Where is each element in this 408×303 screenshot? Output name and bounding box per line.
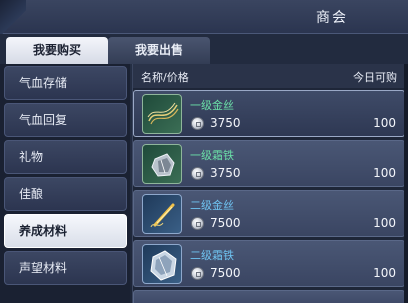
gold-thread-icon — [142, 94, 182, 134]
title-corner-decoration — [0, 0, 26, 34]
title-bar: 商会 — [0, 0, 408, 34]
sidebar-item-cultivation-materials[interactable]: 养成材料 — [4, 214, 127, 248]
header-name-price: 名称/价格 — [141, 71, 189, 84]
item-name: 二级霜铁 — [190, 249, 234, 262]
list-item[interactable]: 二级霜铁 7500 100 — [133, 240, 405, 287]
sidebar-item-gifts[interactable]: 礼物 — [4, 140, 127, 174]
silver-coin-icon — [191, 217, 204, 230]
silver-coin-icon — [191, 117, 204, 130]
item-daily-quantity: 100 — [373, 166, 396, 180]
item-name: 二级金丝 — [190, 199, 234, 212]
item-price: 3750 — [210, 166, 241, 180]
frost-iron-icon — [142, 244, 182, 284]
item-daily-quantity: 100 — [373, 216, 396, 230]
item-daily-quantity: 100 — [373, 116, 396, 130]
silver-coin-icon — [191, 167, 204, 180]
list-item[interactable] — [133, 290, 405, 303]
window-title: 商会 — [316, 10, 348, 26]
tab-buy[interactable]: 我要购买 — [6, 37, 108, 64]
shop-window: 商会 我要购买 我要出售 气血存储 气血回复 礼物 佳酿 养成材料 声望材料 名… — [0, 0, 408, 303]
tab-sell[interactable]: 我要出售 — [108, 37, 210, 64]
category-sidebar: 气血存储 气血回复 礼物 佳酿 养成材料 声望材料 — [0, 64, 130, 303]
sidebar-item-wine[interactable]: 佳酿 — [4, 177, 127, 211]
right-edge — [404, 64, 408, 303]
item-price: 3750 — [210, 116, 241, 130]
sidebar-item-reputation-materials[interactable]: 声望材料 — [4, 251, 127, 285]
list-header: 名称/价格 今日可购 — [133, 64, 405, 88]
silver-coin-icon — [191, 267, 204, 280]
item-list: 名称/价格 今日可购 一级金丝 3750 100 一级霜铁 3750 100 二… — [132, 64, 405, 303]
list-item[interactable]: 一级金丝 3750 100 — [133, 90, 405, 137]
gold-thread-icon — [142, 194, 182, 234]
item-price: 7500 — [210, 216, 241, 230]
sidebar-item-hp-recovery[interactable]: 气血回复 — [4, 103, 127, 137]
header-daily-limit: 今日可购 — [353, 71, 397, 84]
item-daily-quantity: 100 — [373, 266, 396, 280]
sidebar-item-hp-storage[interactable]: 气血存储 — [4, 66, 127, 100]
item-name: 一级金丝 — [190, 99, 234, 112]
list-item[interactable]: 二级金丝 7500 100 — [133, 190, 405, 237]
tab-bar: 我要购买 我要出售 — [0, 34, 408, 64]
frost-iron-icon — [142, 144, 182, 184]
list-item[interactable]: 一级霜铁 3750 100 — [133, 140, 405, 187]
item-price: 7500 — [210, 266, 241, 280]
item-name: 一级霜铁 — [190, 149, 234, 162]
